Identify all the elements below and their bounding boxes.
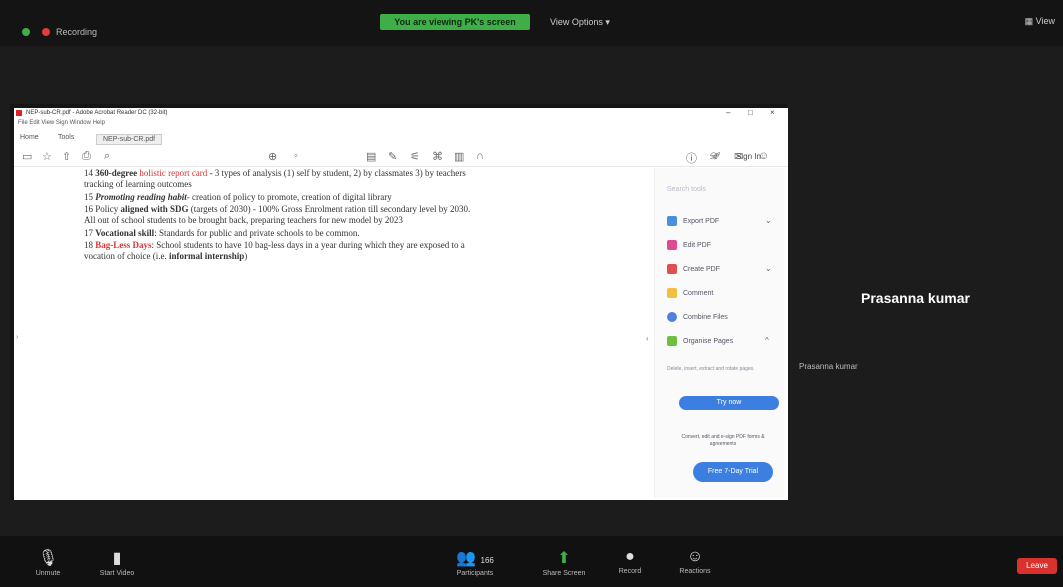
tool-export-pdf[interactable]: Export PDF xyxy=(667,216,719,226)
viewing-screen-banner: You are viewing PK's screen xyxy=(380,14,530,30)
acrobat-logo-icon xyxy=(16,110,22,116)
minimize-button[interactable]: – xyxy=(726,108,730,117)
chevron-up-icon[interactable]: ^ xyxy=(765,336,769,345)
participant-tile: Prasanna kumar Prasanna kumar xyxy=(791,242,1063,412)
search-icon[interactable]: ⌕ xyxy=(104,150,110,163)
list-item: 14 360-degree holistic report card - 3 t… xyxy=(84,168,466,189)
tool-create-pdf[interactable]: Create PDF xyxy=(667,264,720,274)
page-down-icon[interactable]: ◦ xyxy=(294,150,298,162)
participant-count: 166 xyxy=(480,556,494,565)
page-up-icon[interactable]: ⊕ xyxy=(268,150,277,163)
start-video-button[interactable]: ▮ Start Video xyxy=(92,548,142,577)
comment-tool-icon xyxy=(667,288,677,298)
list-item: 17 Vocational skill: Standards for publi… xyxy=(84,228,360,238)
upload-icon[interactable]: ⇧ xyxy=(62,150,71,163)
try-now-button[interactable]: Try now xyxy=(679,396,779,410)
pencil-icon[interactable]: ✎ xyxy=(388,150,397,163)
fill-sign-icon[interactable]: ✐ xyxy=(712,150,721,163)
list-item: 18 Bag-Less Days: School students to hav… xyxy=(84,240,465,261)
microphone-muted-icon: 🎙 xyxy=(37,550,59,567)
account-icon[interactable]: ☺ xyxy=(758,150,769,162)
meeting-controls: 🎙 Unmute ▮ Start Video 👥 166 Participant… xyxy=(0,536,1063,587)
list-item: 16 Policy aligned with SDG (targets of 2… xyxy=(84,204,471,225)
participant-name: Prasanna kumar xyxy=(861,290,970,306)
highlight-icon[interactable]: ▥ xyxy=(454,150,464,163)
shield-icon xyxy=(22,28,30,36)
message-icon[interactable]: ✉ xyxy=(734,150,743,163)
leave-button[interactable]: Leave xyxy=(1017,558,1057,574)
participants-button[interactable]: 👥 166 Participants xyxy=(450,548,500,577)
acrobat-toolbar: ▭ ☆ ⇧ ⎙ ⌕ ⊕ ◦ ▤ ✎ ⚟ ⌘ ▥ ∩ ✐ ✉ ☺ xyxy=(14,148,788,167)
acrobat-title-bar: NEP-sub-CR.pdf - Adobe Acrobat Reader DC… xyxy=(14,108,788,120)
tool-comment[interactable]: Comment xyxy=(667,288,713,298)
tools-pane: Search tools Export PDF ⌄ Edit PDF Creat… xyxy=(654,168,785,498)
share-screen-button[interactable]: ⬆ Share Screen xyxy=(536,548,592,577)
view-options-button[interactable]: View Options ▾ xyxy=(550,14,610,30)
meeting-top-bar: Recording You are viewing PK's screen Vi… xyxy=(0,0,1063,46)
right-panel-toggle-icon[interactable]: ‹ xyxy=(646,334,649,343)
comment-icon[interactable]: ▤ xyxy=(366,150,376,163)
left-panel-toggle-icon[interactable]: › xyxy=(16,334,18,341)
recording-icon xyxy=(42,28,50,36)
bookmark-icon[interactable]: ☆ xyxy=(42,150,52,163)
chevron-down-icon[interactable]: ⌄ xyxy=(765,216,772,225)
pdf-document: 14 360-degree holistic report card - 3 t… xyxy=(34,168,634,498)
tool-edit-pdf[interactable]: Edit PDF xyxy=(667,240,711,250)
stamp-icon[interactable]: ⌘ xyxy=(432,150,443,163)
reactions-icon: ☺ xyxy=(686,548,704,565)
close-button[interactable]: × xyxy=(770,108,775,117)
upsell-description: Convert, edit and e-sign PDF forms & agr… xyxy=(681,434,765,447)
acrobat-tabs: Home Tools NEP-sub-CR.pdf ⓘ ⍾ Sign In xyxy=(14,130,788,165)
print-icon[interactable]: ⎙ xyxy=(82,150,91,163)
export-pdf-icon xyxy=(667,216,677,226)
acrobat-title: NEP-sub-CR.pdf - Adobe Acrobat Reader DC… xyxy=(26,110,168,116)
search-tools-field[interactable]: Search tools xyxy=(667,186,706,193)
create-pdf-icon xyxy=(667,264,677,274)
create-icon[interactable]: ▭ xyxy=(22,150,32,163)
edit-pdf-icon xyxy=(667,240,677,250)
record-button[interactable]: ● Record xyxy=(612,548,648,575)
sign-icon[interactable]: ⚟ xyxy=(410,150,420,163)
tool-organise-pages[interactable]: Organise Pages xyxy=(667,336,733,346)
acrobat-window: NEP-sub-CR.pdf - Adobe Acrobat Reader DC… xyxy=(14,108,788,500)
chevron-down-icon[interactable]: ⌄ xyxy=(765,264,772,273)
combine-files-icon xyxy=(667,312,677,322)
view-button[interactable]: ▦ View xyxy=(1025,16,1055,27)
free-trial-button[interactable]: Free 7-Day Trial xyxy=(693,462,773,482)
reactions-button[interactable]: ☺ Reactions xyxy=(672,548,718,575)
tool-combine-files[interactable]: Combine Files xyxy=(667,312,728,322)
organise-description: Delete, insert, extract and rotate pages… xyxy=(667,366,755,372)
record-icon: ● xyxy=(625,548,635,565)
share-screen-icon: ⬆ xyxy=(557,550,571,567)
view-label: View xyxy=(1035,16,1055,26)
list-item: 15 Promoting reading habit- creation of … xyxy=(84,192,392,202)
video-off-icon: ▮ xyxy=(112,550,122,567)
organise-pages-icon xyxy=(667,336,677,346)
recording-label: Recording xyxy=(56,27,98,37)
acrobat-menu-bar[interactable]: File Edit View Sign Window Help xyxy=(18,120,105,126)
maximize-button[interactable]: □ xyxy=(748,108,753,117)
tab-tools[interactable]: Tools xyxy=(58,134,74,141)
more-tools-icon[interactable]: ∩ xyxy=(476,150,484,162)
unmute-button[interactable]: 🎙 Unmute xyxy=(28,548,68,577)
participants-icon: 👥 166 xyxy=(456,550,494,567)
participant-label: Prasanna kumar xyxy=(799,362,858,371)
tab-document[interactable]: NEP-sub-CR.pdf xyxy=(96,134,163,145)
tab-home[interactable]: Home xyxy=(20,134,39,141)
